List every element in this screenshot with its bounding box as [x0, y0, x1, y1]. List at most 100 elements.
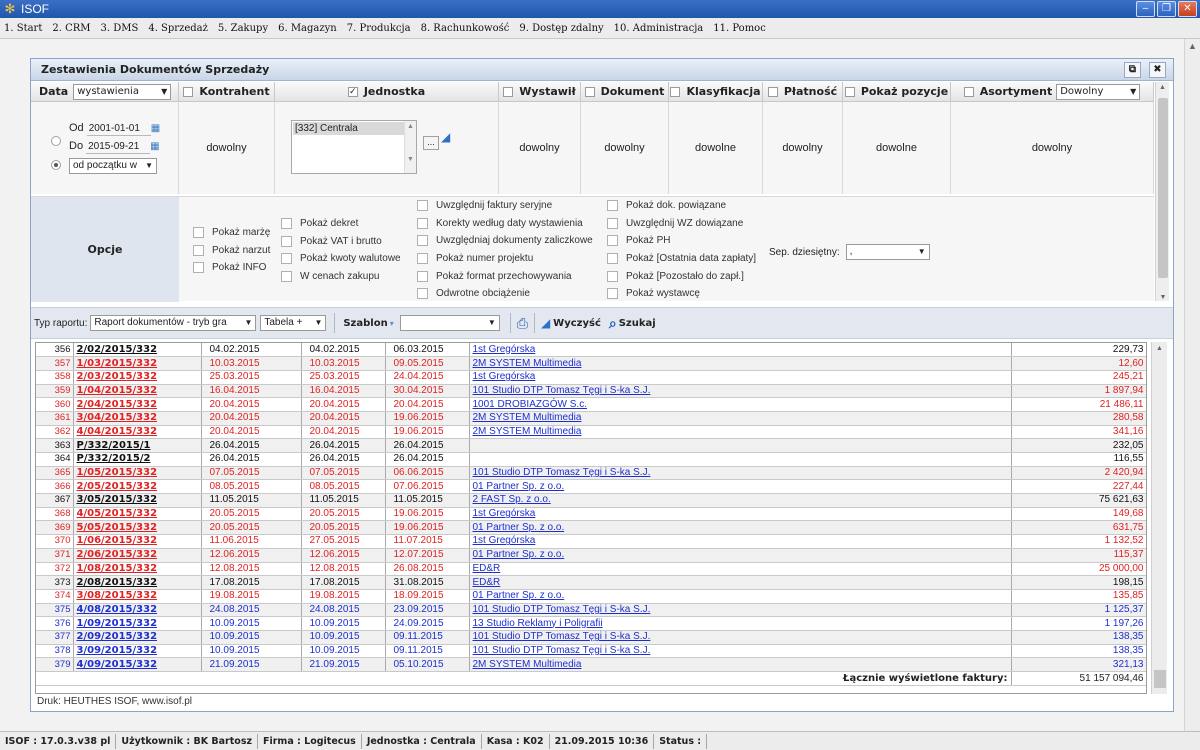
search-button[interactable]: Szukaj — [619, 318, 656, 329]
option-col4-1[interactable]: Uwzględnij WZ dowiązane — [607, 215, 756, 233]
table-row[interactable]: 379 4/09/2015/332 21.09.2015 21.09.2015 05.1… — [36, 657, 1146, 672]
contractor-link[interactable]: 101 Studio DTP Tomasz Tęgi i S-ka S.J. — [469, 603, 1012, 618]
print-icon[interactable]: ⎙ — [517, 315, 528, 332]
asortyment-value[interactable]: dowolny — [951, 102, 1154, 194]
option-checkbox[interactable] — [607, 200, 618, 212]
search-icon[interactable]: ⌕ — [609, 315, 617, 332]
document-number-link[interactable]: P/332/2015/2 — [73, 452, 202, 467]
contractor-link[interactable]: 1st Gregórska — [469, 370, 1012, 385]
table-row[interactable]: 367 3/05/2015/332 11.05.2015 11.05.2015 11.0… — [36, 493, 1146, 508]
option-col3-3[interactable]: Pokaż numer projektu — [417, 250, 593, 268]
menu-item-8[interactable]: 8. Rachunkowość — [421, 23, 510, 34]
wystawil-header[interactable]: Wystawił — [499, 82, 581, 102]
table-row[interactable]: 358 2/03/2015/332 25.03.2015 25.03.2015 24.0… — [36, 370, 1146, 385]
table-row[interactable]: 373 2/08/2015/332 17.08.2015 17.08.2015 31.0… — [36, 575, 1146, 590]
restore-icon[interactable]: ❐ — [1157, 1, 1176, 17]
document-number-link[interactable]: 3/09/2015/332 — [73, 644, 202, 659]
document-number-link[interactable]: 2/08/2015/332 — [73, 575, 202, 590]
eraser-icon[interactable]: ◢ — [541, 316, 550, 330]
document-number-link[interactable]: 4/04/2015/332 — [73, 425, 202, 440]
document-number-link[interactable]: 1/08/2015/332 — [73, 562, 202, 577]
table-row[interactable]: 356 2/02/2015/332 04.02.2015 04.02.2015 06.0… — [36, 343, 1146, 358]
table-row[interactable]: 363 P/332/2015/1 26.04.2015 26.04.2015 26.04… — [36, 438, 1146, 453]
table-row[interactable]: 375 4/08/2015/332 24.08.2015 24.08.2015 23.0… — [36, 603, 1146, 618]
document-number-link[interactable]: 2/02/2015/332 — [73, 343, 202, 358]
browse-button[interactable]: ... — [423, 136, 439, 150]
table-row[interactable]: 370 1/06/2015/332 11.06.2015 27.05.2015 11.0… — [36, 534, 1146, 549]
date-range-radio[interactable] — [51, 136, 61, 146]
scroll-up-icon[interactable]: ▲ — [1185, 39, 1200, 54]
menu-item-5[interactable]: 5. Zakupy — [218, 23, 268, 34]
kontrahent-checkbox[interactable] — [183, 86, 194, 97]
contractor-link[interactable]: 13 Studio Reklamy i Poligrafii — [469, 616, 1012, 631]
menu-item-1[interactable]: 1. Start — [4, 23, 42, 34]
option-col3-2[interactable]: Uwzględniaj dokumenty zaliczkowe — [417, 232, 593, 250]
document-number-link[interactable]: 4/08/2015/332 — [73, 603, 202, 618]
jednostka-list-item[interactable]: [332] Centrala — [293, 122, 415, 135]
table-scroll-thumb[interactable] — [1154, 670, 1166, 688]
option-col3-4[interactable]: Pokaż format przechowywania — [417, 267, 593, 285]
contractor-link[interactable]: 01 Partner Sp. z o.o. — [469, 520, 1012, 536]
table-scroll-up-icon[interactable]: ▲ — [1152, 342, 1167, 356]
table-row[interactable]: 357 1/03/2015/332 10.03.2015 10.03.2015 09.0… — [36, 356, 1146, 371]
table-row[interactable]: 366 2/05/2015/332 08.05.2015 08.05.2015 07.0… — [36, 479, 1146, 495]
document-number-link[interactable]: 1/09/2015/332 — [73, 616, 202, 631]
contractor-link[interactable]: 2M SYSTEM Multimedia — [469, 411, 1012, 426]
contractor-link[interactable]: 01 Partner Sp. z o.o. — [469, 589, 1012, 604]
contractor-link[interactable]: 2M SYSTEM Multimedia — [469, 425, 1012, 440]
contractor-link[interactable]: 1st Gregórska — [469, 507, 1012, 522]
table-row[interactable]: 362 4/04/2015/332 20.04.2015 20.04.2015 19.0… — [36, 425, 1146, 440]
option-checkbox[interactable] — [607, 235, 618, 247]
option-col3-0[interactable]: Uwzględnij faktury seryjne — [417, 197, 593, 215]
document-number-link[interactable]: 1/03/2015/332 — [73, 356, 202, 371]
contractor-link[interactable]: ED&R — [469, 575, 1012, 590]
table-row[interactable]: 376 1/09/2015/332 10.09.2015 10.09.2015 24.0… — [36, 616, 1146, 631]
table-row[interactable]: 364 P/332/2015/2 26.04.2015 26.04.2015 26.04… — [36, 452, 1146, 467]
jednostka-checkbox[interactable]: ✓ — [347, 86, 358, 97]
document-number-link[interactable]: 5/05/2015/332 — [73, 520, 202, 536]
option-col4-5[interactable]: Pokaż wystawcę — [607, 285, 756, 303]
template-select[interactable]: ▼ — [399, 315, 500, 331]
option-checkbox[interactable] — [193, 244, 204, 256]
filters-scroll-thumb[interactable] — [1158, 98, 1168, 278]
dokument-header[interactable]: Dokument — [581, 82, 669, 102]
range-preset-select[interactable]: od początku w ▼ — [69, 158, 157, 174]
option-checkbox[interactable] — [607, 253, 618, 265]
table-row[interactable]: 365 1/05/2015/332 07.05.2015 07.05.2015 06.0… — [36, 466, 1146, 481]
table-row[interactable]: 371 2/06/2015/332 12.06.2015 12.06.2015 12.0… — [36, 548, 1146, 563]
option-col2-1[interactable]: Pokaż VAT i brutto — [281, 233, 401, 251]
contractor-link[interactable] — [469, 438, 1012, 453]
document-number-link[interactable]: 2/06/2015/332 — [73, 548, 202, 563]
document-number-link[interactable]: 4/09/2015/332 — [73, 657, 202, 672]
option-col1-2[interactable]: Pokaż INFO — [193, 259, 270, 277]
table-row[interactable]: 374 3/08/2015/332 19.08.2015 19.08.2015 18.0… — [36, 589, 1146, 604]
kontrahent-header[interactable]: Kontrahent — [179, 82, 275, 102]
option-col1-0[interactable]: Pokaż marżę — [193, 224, 270, 242]
table-scrollbar[interactable]: ▲ — [1151, 342, 1167, 694]
pokaz-pozycje-value[interactable]: dowolne — [843, 102, 951, 194]
contractor-link[interactable]: 1001 DROBIAZGÓW S.c. — [469, 397, 1012, 412]
option-checkbox[interactable] — [281, 235, 292, 247]
platnosc-checkbox[interactable] — [767, 86, 778, 97]
table-row[interactable]: 372 1/08/2015/332 12.08.2015 12.08.2015 26.0… — [36, 562, 1146, 577]
option-checkbox[interactable] — [417, 200, 428, 212]
od-date-input[interactable]: 2001-01-01 — [86, 122, 151, 136]
option-checkbox[interactable] — [193, 262, 204, 274]
wystawil-checkbox[interactable] — [503, 86, 514, 97]
table-row[interactable]: 378 3/09/2015/332 10.09.2015 10.09.2015 09.1… — [36, 644, 1146, 659]
do-date-input[interactable]: 2015-09-21 — [86, 140, 151, 154]
option-col4-3[interactable]: Pokaż [Ostatnia data zapłaty] — [607, 250, 756, 268]
pokaz-pozycje-checkbox[interactable] — [844, 86, 855, 97]
asortyment-checkbox[interactable] — [963, 86, 974, 97]
report-type-select[interactable]: Raport dokumentów - tryb gra ▼ — [90, 315, 257, 331]
contractor-link[interactable]: 2 FAST Sp. z o.o. — [469, 493, 1012, 508]
detach-icon[interactable]: ⧉ — [1124, 62, 1141, 78]
option-checkbox[interactable] — [193, 227, 204, 239]
table-row[interactable]: 368 4/05/2015/332 20.05.2015 20.05.2015 19.0… — [36, 507, 1146, 522]
contractor-link[interactable]: 01 Partner Sp. z o.o. — [469, 479, 1012, 495]
preset-range-radio[interactable] — [51, 160, 61, 170]
klasyfikacja-checkbox[interactable] — [670, 86, 681, 97]
asortyment-select[interactable]: Dowolny ▼ — [1056, 83, 1141, 100]
document-number-link[interactable]: P/332/2015/1 — [73, 438, 202, 453]
option-checkbox[interactable] — [607, 217, 618, 229]
